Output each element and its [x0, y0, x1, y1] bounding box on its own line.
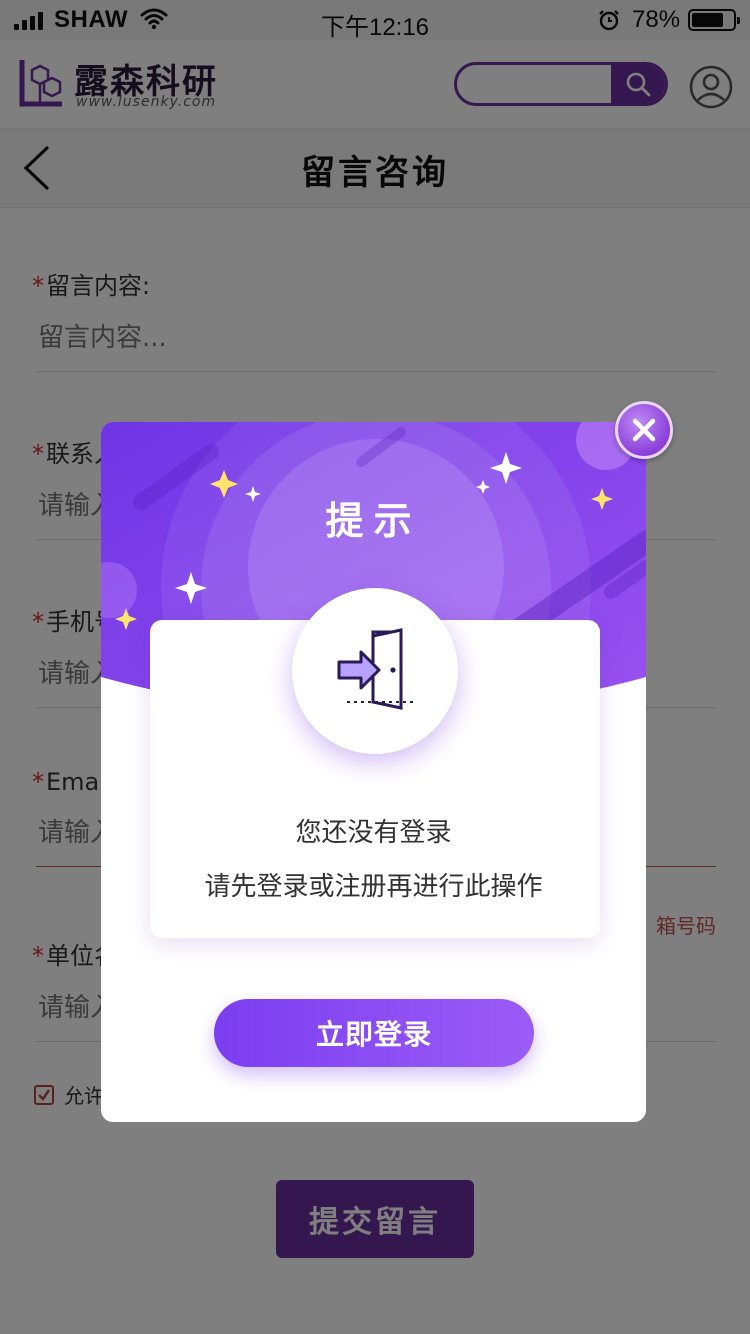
modal-title: 提示	[325, 499, 422, 543]
not-logged-in-message: 您还没有登录	[295, 818, 452, 848]
login-now-button[interactable]: 立即登录	[214, 999, 534, 1067]
close-icon	[632, 418, 656, 442]
login-icon-circle	[292, 588, 458, 754]
door-login-icon	[337, 628, 413, 710]
login-prompt-modal: 提示 您还没有登录 请先登录或注册再进行此操作 立即登录	[101, 422, 646, 1122]
modal-close-button[interactable]	[615, 401, 673, 459]
login-instruction-message: 请先登录或注册再进行此操作	[204, 872, 543, 902]
